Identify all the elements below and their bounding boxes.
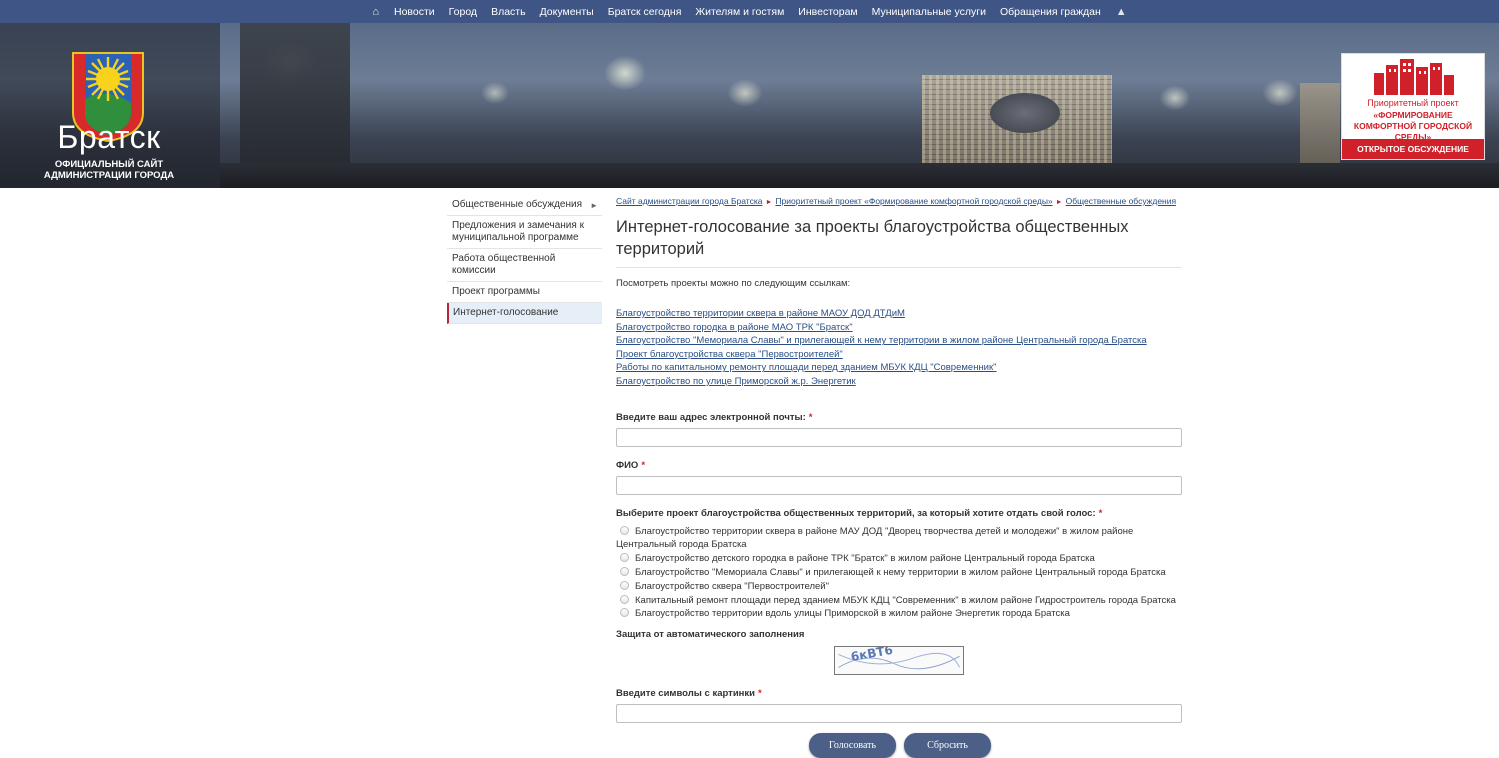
radio-option-label[interactable]: Благоустройство сквера "Первостроителей" (635, 581, 829, 592)
nav-item-documents[interactable]: Документы (533, 6, 601, 18)
captcha-input-label-text: Введите символы с картинки (616, 688, 755, 700)
sidebar-item-commission[interactable]: Работа общественной комиссии (447, 249, 602, 282)
radio-option[interactable]: Капитальный ремонт площади перед зданием… (616, 594, 1182, 608)
reset-button[interactable]: Сбросить (904, 733, 991, 758)
nav-item-residents[interactable]: Жителям и гостям (688, 6, 791, 18)
home-icon[interactable]: ⌂ (364, 6, 387, 18)
captcha-label: Защита от автоматического заполнения (616, 629, 805, 641)
nav-item-services[interactable]: Муниципальные услуги (865, 6, 993, 18)
banner-photo-fountain (990, 93, 1060, 133)
city-buildings-icon (1374, 59, 1454, 95)
radio-option[interactable]: Благоустройство детского городка в район… (616, 552, 1182, 566)
promo-footer: ОТКРЫТОЕ ОБСУЖДЕНИЕ (1342, 139, 1484, 159)
nav-item-bratsk-today[interactable]: Братск сегодня (601, 6, 689, 18)
radio-option-label[interactable]: Капитальный ремонт площади перед зданием… (635, 595, 1176, 606)
radio-option[interactable]: Благоустройство сквера "Первостроителей" (616, 580, 1182, 594)
radio-option[interactable]: Благоустройство территории сквера в райо… (616, 525, 1182, 553)
breadcrumb-link-site[interactable]: Сайт администрации города Братска (616, 196, 763, 206)
sidebar-item-proposals[interactable]: Предложения и замечания к муниципальной … (447, 216, 602, 249)
intro-text: Посмотреть проекты можно по следующим сс… (616, 278, 851, 289)
page-title: Интернет-голосование за проекты благоуст… (616, 218, 1129, 258)
project-link[interactable]: Работы по капитальному ремонту площади п… (616, 361, 1182, 375)
breadcrumb-separator-icon: ► (1055, 199, 1063, 206)
project-choice-label-text: Выберите проект благоустройства обществе… (616, 507, 1096, 519)
promo-banner[interactable]: Приоритетный проект «ФОРМИРОВАНИЕ КОМФОР… (1341, 53, 1485, 160)
required-mark: * (808, 411, 813, 423)
nav-item-city[interactable]: Город (442, 6, 484, 18)
radio-option-label[interactable]: Благоустройство детского городка в район… (635, 553, 1095, 564)
project-link[interactable]: Благоустройство городка в районе МАО ТРК… (616, 321, 1182, 335)
captcha-input-label: Введите символы с картинки * (616, 688, 1182, 699)
fio-field[interactable] (616, 475, 1182, 495)
sitemap-icon[interactable]: ▲ (1108, 6, 1135, 18)
radio-button[interactable] (620, 525, 629, 535)
required-mark: * (758, 688, 762, 700)
fio-label: ФИО * (616, 460, 1182, 471)
captcha-image: 6кВТ6 (834, 646, 964, 676)
sidebar-item-internet-voting[interactable]: Интернет-голосование (447, 303, 602, 324)
banner-photo-road (220, 163, 1499, 188)
required-mark: * (641, 459, 646, 471)
radio-button[interactable] (620, 608, 629, 618)
sidebar-item-label: Работа общественной комиссии (452, 253, 556, 276)
radio-button[interactable] (620, 566, 629, 576)
breadcrumb-link-discussions[interactable]: Общественные обсуждения (1066, 196, 1177, 206)
title-divider (616, 267, 1182, 268)
radio-option[interactable]: Благоустройство "Мемориала Славы" и прил… (616, 566, 1182, 580)
radio-option[interactable]: Благоустройство территории вдоль улицы П… (616, 607, 1182, 621)
sidebar: Общественные обсуждения ► Предложения и … (447, 195, 602, 324)
vote-button[interactable]: Голосовать (809, 733, 896, 758)
radio-button[interactable] (620, 580, 629, 590)
email-label: Введите ваш адрес электронной почты: * (616, 412, 1182, 423)
sidebar-item-program-draft[interactable]: Проект программы (447, 282, 602, 303)
sidebar-item-label: Предложения и замечания к муниципальной … (452, 220, 584, 243)
nav-item-news[interactable]: Новости (387, 6, 442, 18)
email-field[interactable] (616, 427, 1182, 447)
breadcrumb-separator-icon: ► (765, 199, 773, 206)
nav-item-investors[interactable]: Инвесторам (791, 6, 864, 18)
breadcrumb: Сайт администрации города Братска ► Приори… (616, 196, 1182, 206)
sidebar-item-label: Проект программы (452, 286, 540, 297)
captcha-input[interactable] (616, 704, 1182, 724)
radio-button[interactable] (620, 553, 629, 563)
required-mark: * (1098, 507, 1103, 519)
radio-option-label[interactable]: Благоустройство "Мемориала Славы" и прил… (635, 567, 1166, 578)
fio-label-text: ФИО (616, 459, 639, 471)
sidebar-item-public-discussions[interactable]: Общественные обсуждения ► (447, 195, 602, 216)
nav-item-appeals[interactable]: Обращения граждан (993, 6, 1108, 18)
arrow-right-icon: ► (590, 201, 598, 210)
breadcrumb-link-project[interactable]: Приоритетный проект «Формирование комфор… (775, 196, 1052, 206)
radio-button[interactable] (620, 594, 629, 604)
top-navigation: ⌂ Новости Город Власть Документы Братск … (0, 0, 1499, 23)
promo-line1: Приоритетный проект (1367, 98, 1459, 108)
radio-option-label[interactable]: Благоустройство территории вдоль улицы П… (635, 608, 1070, 619)
nav-item-authority[interactable]: Власть (484, 6, 533, 18)
email-label-text: Введите ваш адрес электронной почты: (616, 411, 806, 423)
project-link[interactable]: Проект благоустройства сквера "Первостро… (616, 348, 1182, 362)
sidebar-item-label: Общественные обсуждения (452, 199, 582, 210)
project-radio-group: Благоустройство территории сквера в райо… (616, 525, 1182, 622)
site-subtitle: ОФИЦИАЛЬНЫЙ САЙТ АДМИНИСТРАЦИИ ГОРОДА (43, 159, 175, 181)
project-choice-label: Выберите проект благоустройства обществе… (616, 508, 1182, 519)
sidebar-item-label: Интернет-голосование (453, 307, 559, 318)
project-links: Благоустройство территории сквера в райо… (616, 307, 1182, 389)
project-link[interactable]: Благоустройство "Мемориала Славы" и прил… (616, 334, 1182, 348)
header-banner: Братск ОФИЦИАЛЬНЫЙ САЙТ АДМИНИСТРАЦИИ ГО… (0, 23, 1499, 188)
project-link[interactable]: Благоустройство территории сквера в райо… (616, 307, 1182, 321)
project-link[interactable]: Благоустройство по улице Приморской ж.р.… (616, 375, 1182, 389)
form-buttons: Голосовать Сбросить (809, 733, 1182, 758)
radio-option-label[interactable]: Благоустройство территории сквера в райо… (616, 526, 1133, 551)
main-content: Сайт администрации города Братска ► Приори… (616, 195, 1182, 758)
city-name[interactable]: Братск (0, 119, 218, 156)
